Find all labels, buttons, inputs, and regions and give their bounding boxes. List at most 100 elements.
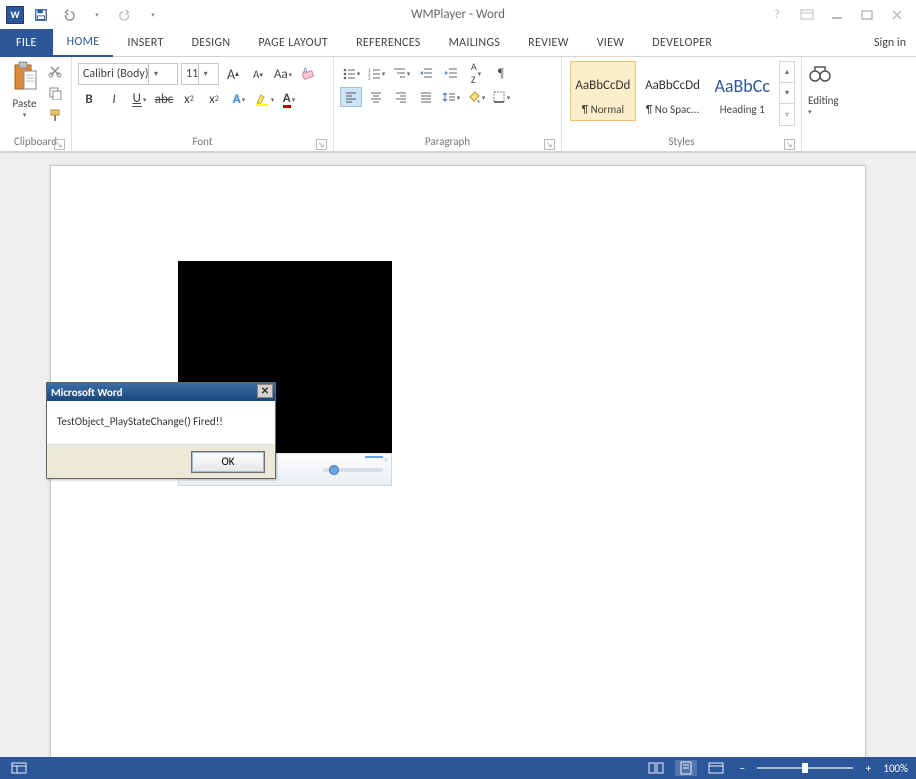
bucket-icon: [467, 90, 481, 104]
gallery-expand-icon[interactable]: ▿: [780, 104, 794, 125]
numbering-button[interactable]: 123: [365, 63, 387, 83]
scissors-icon: [48, 64, 62, 78]
bullets-button[interactable]: [340, 63, 362, 83]
qat-undo-more[interactable]: ▾: [86, 4, 108, 26]
styles-gallery-scroll[interactable]: ▴ ▾ ▿: [779, 61, 795, 126]
change-case-button[interactable]: Aa: [272, 64, 294, 84]
increase-font-button[interactable]: A▴: [222, 64, 244, 84]
status-bar: − + 100%: [0, 757, 916, 779]
title-bar: W ▾ ▾ WMPlayer - Word ?: [0, 0, 916, 29]
bullets-icon: [342, 66, 356, 80]
skip-icon: »: [383, 454, 388, 465]
tab-page-layout[interactable]: PAGE LAYOUT: [244, 29, 342, 57]
paragraph-launcher[interactable]: ↘: [544, 139, 555, 150]
dialog-title: Microsoft Word: [51, 386, 123, 399]
ribbon-options-button[interactable]: [794, 5, 820, 25]
clear-formatting-button[interactable]: A: [297, 64, 319, 84]
style-heading-1[interactable]: AaBbCc Heading 1: [709, 61, 775, 121]
spacing-icon: [442, 90, 456, 104]
style-no-spacing[interactable]: AaBbCcDd ¶ No Spac...: [640, 61, 706, 121]
align-left-icon: [344, 90, 358, 104]
outdent-icon: [419, 66, 433, 80]
text-effects-button[interactable]: A: [228, 89, 250, 109]
chevron-down-icon[interactable]: ▾: [780, 83, 794, 104]
paste-button[interactable]: Paste ▾: [6, 59, 43, 133]
borders-button[interactable]: [490, 87, 512, 107]
decrease-font-button[interactable]: A▾: [247, 64, 269, 84]
borders-icon: [492, 90, 506, 104]
zoom-slider[interactable]: [757, 767, 853, 769]
macros-icon[interactable]: [8, 760, 30, 776]
app-icon: W: [6, 6, 24, 24]
dialog-close-button[interactable]: ✕: [257, 384, 273, 398]
tab-view[interactable]: VIEW: [583, 29, 639, 57]
justify-button[interactable]: [415, 87, 437, 107]
clipboard-launcher[interactable]: ↘: [54, 139, 65, 150]
increase-indent-button[interactable]: [440, 63, 462, 83]
qat-save[interactable]: [30, 4, 52, 26]
ok-button[interactable]: OK: [191, 451, 265, 473]
align-right-icon: [394, 90, 408, 104]
tab-developer[interactable]: DEVELOPER: [638, 29, 726, 57]
zoom-level[interactable]: 100%: [883, 762, 908, 775]
strikethrough-button[interactable]: abc: [153, 89, 175, 109]
web-layout-button[interactable]: [705, 760, 727, 776]
font-launcher[interactable]: ↘: [316, 139, 327, 150]
justify-icon: [419, 90, 433, 104]
tab-mailings[interactable]: MAILINGS: [435, 29, 515, 57]
qat-customize[interactable]: ▾: [142, 4, 164, 26]
line-spacing-button[interactable]: [440, 87, 462, 107]
chevron-up-icon[interactable]: ▴: [780, 62, 794, 83]
eraser-icon: A: [300, 66, 316, 82]
copy-button[interactable]: [45, 83, 65, 103]
style-normal[interactable]: AaBbCcDd ¶ Normal: [570, 61, 636, 121]
decrease-indent-button[interactable]: [415, 63, 437, 83]
subscript-button[interactable]: x2: [178, 89, 200, 109]
styles-launcher[interactable]: ↘: [784, 139, 795, 150]
tab-references[interactable]: REFERENCES: [342, 29, 435, 57]
paste-label: Paste: [13, 97, 37, 110]
tab-review[interactable]: REVIEW: [514, 29, 583, 57]
shading-button[interactable]: [465, 87, 487, 107]
underline-button[interactable]: U: [128, 89, 150, 109]
help-button[interactable]: ?: [764, 5, 790, 25]
sign-in-link[interactable]: Sign in: [874, 29, 906, 57]
bold-button[interactable]: B: [78, 89, 100, 109]
editing-label: Editing: [808, 94, 839, 107]
read-mode-button[interactable]: [645, 760, 667, 776]
zoom-in-button[interactable]: +: [861, 762, 875, 775]
message-box: Microsoft Word ✕ TestObject_PlayStateCha…: [46, 382, 276, 479]
zoom-thumb[interactable]: [802, 763, 808, 773]
align-right-button[interactable]: [390, 87, 412, 107]
maximize-button[interactable]: [854, 5, 880, 25]
qat-redo[interactable]: [114, 4, 136, 26]
qat-undo[interactable]: [58, 4, 80, 26]
tab-file[interactable]: FILE: [0, 29, 53, 57]
tab-insert[interactable]: INSERT: [113, 29, 177, 57]
align-left-button[interactable]: [340, 87, 362, 107]
sort-button[interactable]: AZ: [465, 63, 487, 83]
volume-thumb[interactable]: [329, 465, 339, 475]
find-button[interactable]: [808, 63, 832, 90]
font-color-button[interactable]: A: [278, 89, 300, 109]
italic-button[interactable]: I: [103, 89, 125, 109]
paste-icon: [11, 61, 39, 95]
tab-home[interactable]: HOME: [53, 29, 114, 57]
format-painter-button[interactable]: [45, 105, 65, 125]
tab-design[interactable]: DESIGN: [178, 29, 245, 57]
highlight-button[interactable]: [253, 89, 275, 109]
cut-button[interactable]: [45, 61, 65, 81]
font-name-combo[interactable]: Calibri (Body)▾: [78, 63, 178, 85]
zoom-out-button[interactable]: −: [735, 762, 749, 775]
dialog-title-bar[interactable]: Microsoft Word ✕: [47, 383, 275, 401]
close-button[interactable]: [884, 5, 910, 25]
font-size-combo[interactable]: 11▾: [181, 63, 219, 85]
multilevel-button[interactable]: [390, 63, 412, 83]
minimize-button[interactable]: [824, 5, 850, 25]
superscript-button[interactable]: x2: [203, 89, 225, 109]
dialog-message: TestObject_PlayStateChange() Fired!!: [47, 401, 275, 444]
align-center-button[interactable]: [365, 87, 387, 107]
print-layout-button[interactable]: [675, 760, 697, 776]
show-hide-button[interactable]: ¶: [490, 63, 512, 83]
chevron-down-icon: ▾: [148, 64, 162, 84]
